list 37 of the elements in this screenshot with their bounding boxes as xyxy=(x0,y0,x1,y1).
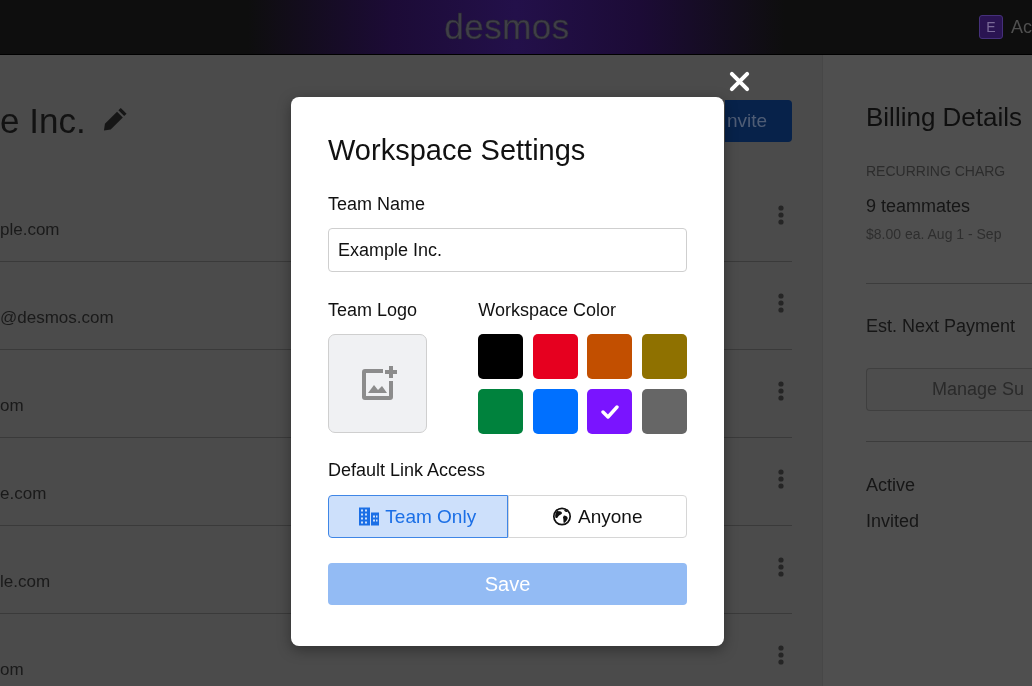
kebab-menu-icon[interactable] xyxy=(778,557,784,577)
workspace-color-label: Workspace Color xyxy=(478,300,617,320)
team-logo-label: Team Logo xyxy=(328,300,418,320)
link-access-label: Default Link Access xyxy=(328,460,487,480)
logo-upload-button[interactable] xyxy=(328,334,427,433)
color-swatch[interactable] xyxy=(642,334,687,379)
color-swatch[interactable] xyxy=(478,389,524,434)
dialog-title: Workspace Settings xyxy=(328,133,587,167)
kebab-menu-icon[interactable] xyxy=(778,293,784,313)
color-swatch[interactable] xyxy=(587,389,633,434)
kebab-menu-icon[interactable] xyxy=(778,205,784,225)
close-icon[interactable] xyxy=(729,71,750,92)
color-swatch[interactable] xyxy=(532,334,578,379)
invite-button[interactable]: nvite xyxy=(725,100,792,142)
check-icon xyxy=(600,404,619,419)
kebab-menu-icon[interactable] xyxy=(778,469,784,489)
team-name-label: Team Name xyxy=(328,194,427,214)
link-access-option[interactable]: Team Only xyxy=(328,495,508,538)
building-icon xyxy=(359,507,380,526)
team-title: e Inc. xyxy=(0,100,86,142)
account-avatar[interactable]: E xyxy=(979,15,1003,39)
color-swatch[interactable] xyxy=(642,389,687,434)
billing-title: Billing Details xyxy=(866,102,1023,132)
kebab-menu-icon[interactable] xyxy=(778,645,784,665)
account-label[interactable]: Ac xyxy=(1011,16,1032,38)
pencil-icon[interactable] xyxy=(102,106,128,132)
link-access-option[interactable]: Anyone xyxy=(507,495,687,538)
color-swatch[interactable] xyxy=(478,334,524,379)
color-swatch[interactable] xyxy=(587,334,633,379)
color-swatch[interactable] xyxy=(532,389,578,434)
team-name-field[interactable]: Example Inc. xyxy=(328,228,687,272)
next-payment-label: Est. Next Payment xyxy=(866,316,1016,337)
kebab-menu-icon[interactable] xyxy=(778,381,784,401)
globe-icon xyxy=(552,507,572,526)
teammates-count: 9 teammates xyxy=(866,196,971,217)
status-label: Invited xyxy=(866,511,920,532)
status-label: Active xyxy=(866,475,916,496)
